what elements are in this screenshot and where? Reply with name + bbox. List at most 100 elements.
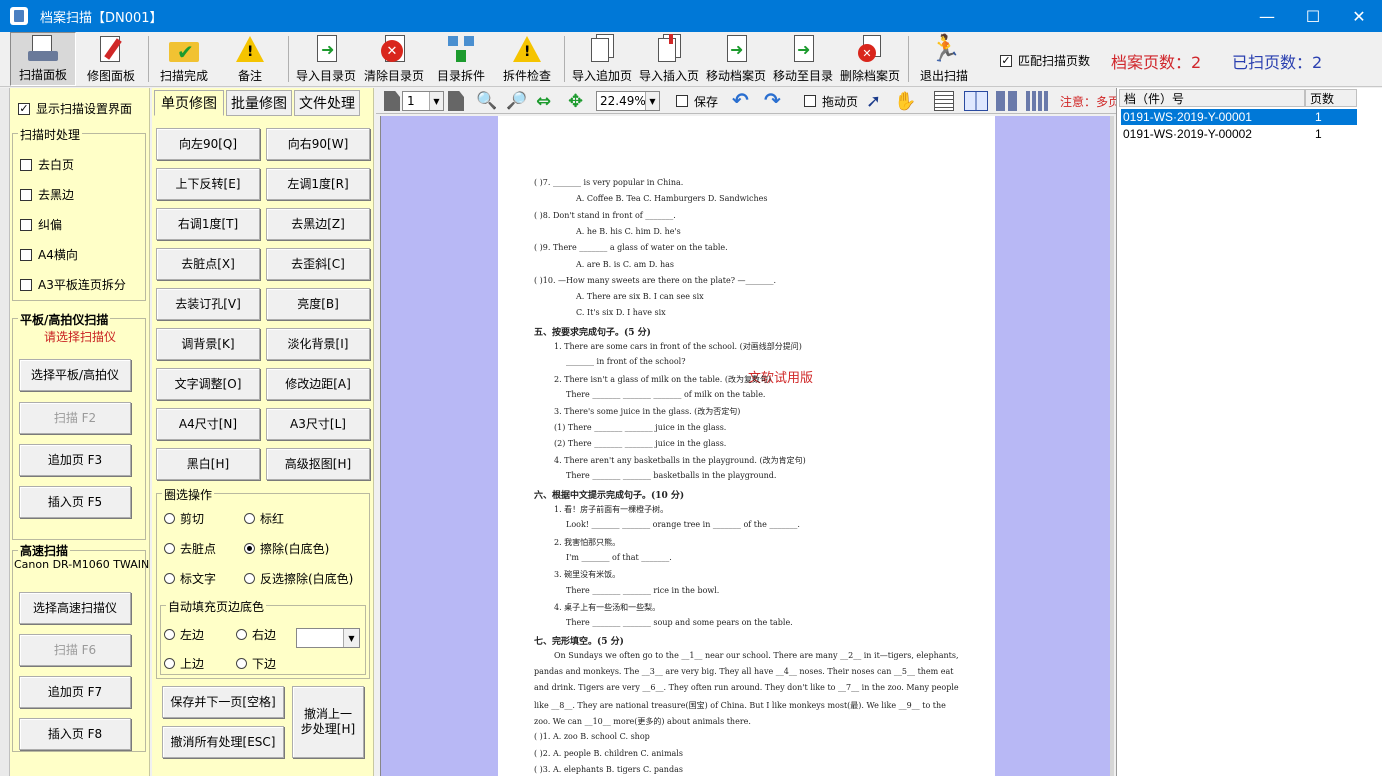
- append-f7-button[interactable]: 追加页 F7: [19, 676, 131, 708]
- split-check-button[interactable]: ! 拆件检查: [498, 32, 556, 86]
- pointer-icon[interactable]: ➚: [866, 91, 886, 112]
- radio-cut[interactable]: 剪切: [164, 510, 204, 527]
- radio-fill-right[interactable]: 右边: [236, 626, 276, 643]
- scan-panel-button[interactable]: 扫描面板: [10, 32, 76, 86]
- show-settings-checkbox[interactable]: ✓ 显示扫描设置界面: [18, 100, 132, 117]
- clear-catalog-button[interactable]: ✕ 清除目录页: [362, 32, 426, 86]
- option-remove-blank[interactable]: 去白页: [20, 156, 74, 173]
- zoom-select[interactable]: 22.49% ▼: [596, 91, 660, 111]
- radio-mark-red[interactable]: 标红: [244, 510, 284, 527]
- move-to-catalog-button[interactable]: ➜ 移动至目录: [771, 32, 835, 86]
- edit-op-button[interactable]: 去脏点[X]: [156, 248, 260, 280]
- insert-f8-button[interactable]: 插入页 F8: [19, 718, 131, 750]
- option-remove-black-edge[interactable]: 去黑边: [20, 186, 74, 203]
- edit-op-button[interactable]: 亮度[B]: [266, 288, 370, 320]
- move-archive-page-button[interactable]: ➜ 移动档案页: [704, 32, 768, 86]
- tab-batch-edit[interactable]: 批量修图: [226, 90, 292, 116]
- move-page-icon: ➜: [721, 34, 751, 64]
- edit-op-button[interactable]: 文字调整[O]: [156, 368, 260, 400]
- edit-op-button[interactable]: 右调1度[T]: [156, 208, 260, 240]
- catalog-split-label: 目录拆件: [436, 69, 485, 83]
- single-page-view-icon[interactable]: [934, 91, 954, 111]
- scan-done-button[interactable]: ✔ 扫描完成: [156, 32, 212, 86]
- zoom-out-icon[interactable]: 🔎: [506, 91, 527, 111]
- option-a3-split[interactable]: A3平板连页拆分: [20, 276, 126, 293]
- select-highspeed-button[interactable]: 选择高速扫描仪: [19, 592, 131, 624]
- document-viewer[interactable]: 文软试用版 ( )7. _______ is very popular in C…: [380, 116, 1114, 776]
- redo-arrow-icon[interactable]: ↷: [764, 90, 784, 111]
- fill-color-select[interactable]: ▼: [296, 628, 360, 648]
- save-checkbox[interactable]: 保存: [676, 91, 718, 111]
- edit-op-button[interactable]: 淡化背景[I]: [266, 328, 370, 360]
- radio-fill-top[interactable]: 上边: [164, 655, 204, 672]
- radio-erase-white[interactable]: 擦除(白底色): [244, 540, 329, 557]
- option-a4-landscape[interactable]: A4横向: [20, 246, 78, 263]
- list-item[interactable]: 0191-WS·2019-Y-00001 1: [1121, 109, 1357, 125]
- edit-op-button[interactable]: 向右90[W]: [266, 128, 370, 160]
- insert-f5-button[interactable]: 插入页 F5: [19, 486, 131, 518]
- drag-page-label: 拖动页: [822, 94, 859, 109]
- delete-archive-page-button[interactable]: ✕ 删除档案页: [838, 32, 902, 86]
- match-pages-checkbox[interactable]: ✓ 匹配扫描页数: [1000, 52, 1090, 69]
- list-item[interactable]: 0191-WS·2019-Y-00002 1: [1121, 126, 1357, 142]
- edit-op-button[interactable]: 黑白[H]: [156, 448, 260, 480]
- scan-f2-button[interactable]: 扫描 F2: [19, 402, 131, 434]
- edit-op-button[interactable]: 高级抠图[H]: [266, 448, 370, 480]
- tab-file-process[interactable]: 文件处理: [294, 90, 360, 116]
- edit-op-button[interactable]: 去黑边[Z]: [266, 208, 370, 240]
- edit-op-button[interactable]: A3尺寸[L]: [266, 408, 370, 440]
- radio-fill-left[interactable]: 左边: [164, 626, 204, 643]
- edit-op-button[interactable]: 去歪斜[C]: [266, 248, 370, 280]
- column-archive-id[interactable]: 档（件）号: [1119, 89, 1305, 107]
- edit-op-button[interactable]: 向左90[Q]: [156, 128, 260, 160]
- import-insert-button[interactable]: 导入插入页: [637, 32, 701, 86]
- close-button[interactable]: ✕: [1336, 0, 1382, 32]
- catalog-split-button[interactable]: 目录拆件: [432, 32, 490, 86]
- edit-op-button[interactable]: 上下反转[E]: [156, 168, 260, 200]
- note-button[interactable]: ! 备注: [222, 32, 278, 86]
- exit-scan-button[interactable]: 🏃 退出扫描: [916, 32, 972, 86]
- first-page-icon[interactable]: [384, 91, 400, 111]
- minimize-button[interactable]: —: [1244, 0, 1290, 32]
- undo-last-button[interactable]: 撤消上一步处理[H]: [292, 686, 364, 758]
- undo-arrow-icon[interactable]: ↶: [732, 90, 752, 111]
- edit-tabs: 单页修图 批量修图 文件处理: [152, 88, 374, 118]
- column-page-count[interactable]: 页数: [1305, 89, 1357, 107]
- last-page-icon[interactable]: [448, 91, 464, 111]
- maximize-button[interactable]: ☐: [1290, 0, 1336, 32]
- document-line: 2. There isn't a glass of milk on the ta…: [554, 375, 772, 384]
- edit-op-button[interactable]: 修改边距[A]: [266, 368, 370, 400]
- radio-mark-text[interactable]: 标文字: [164, 570, 216, 587]
- radio-fill-bottom[interactable]: 下边: [236, 655, 276, 672]
- hand-icon[interactable]: ✋: [894, 91, 916, 112]
- thumbnail-view-icon[interactable]: [1026, 91, 1050, 111]
- fit-page-icon[interactable]: ✥: [568, 91, 588, 112]
- two-page-view-icon[interactable]: [964, 91, 988, 111]
- zoom-in-icon[interactable]: 🔍: [476, 91, 497, 111]
- radio-remove-spots[interactable]: 去脏点: [164, 540, 216, 557]
- edit-op-button[interactable]: 去装订孔[V]: [156, 288, 260, 320]
- checkbox-icon: ✓: [18, 101, 30, 115]
- edit-panel-button[interactable]: 修图面板: [78, 32, 144, 86]
- undo-all-button[interactable]: 撤消所有处理[ESC]: [162, 726, 284, 758]
- edit-op-button[interactable]: 左调1度[R]: [266, 168, 370, 200]
- save-next-button[interactable]: 保存并下一页[空格]: [162, 686, 284, 718]
- import-catalog-button[interactable]: ➜ 导入目录页: [294, 32, 358, 86]
- fit-width-icon[interactable]: ⇔: [536, 91, 556, 112]
- option-deskew[interactable]: 纠偏: [20, 216, 62, 233]
- vertical-scrollbar[interactable]: [1110, 116, 1114, 776]
- tab-single-edit[interactable]: 单页修图: [154, 90, 224, 116]
- folder-check-icon: ✔: [169, 34, 199, 64]
- grid-view-icon[interactable]: [996, 91, 1018, 111]
- radio-inverse-erase[interactable]: 反选擦除(白底色): [244, 570, 353, 587]
- import-append-button[interactable]: 导入追加页: [570, 32, 634, 86]
- radio-label: 右边: [252, 628, 277, 642]
- edit-op-button[interactable]: 调背景[K]: [156, 328, 260, 360]
- import-page-icon: ➜: [311, 34, 341, 64]
- edit-op-button[interactable]: A4尺寸[N]: [156, 408, 260, 440]
- append-f3-button[interactable]: 追加页 F3: [19, 444, 131, 476]
- drag-page-checkbox[interactable]: 拖动页: [804, 91, 858, 111]
- select-flatbed-button[interactable]: 选择平板/高拍仪: [19, 359, 131, 391]
- page-select[interactable]: 1 ▼: [402, 91, 444, 111]
- scan-f6-button[interactable]: 扫描 F6: [19, 634, 131, 666]
